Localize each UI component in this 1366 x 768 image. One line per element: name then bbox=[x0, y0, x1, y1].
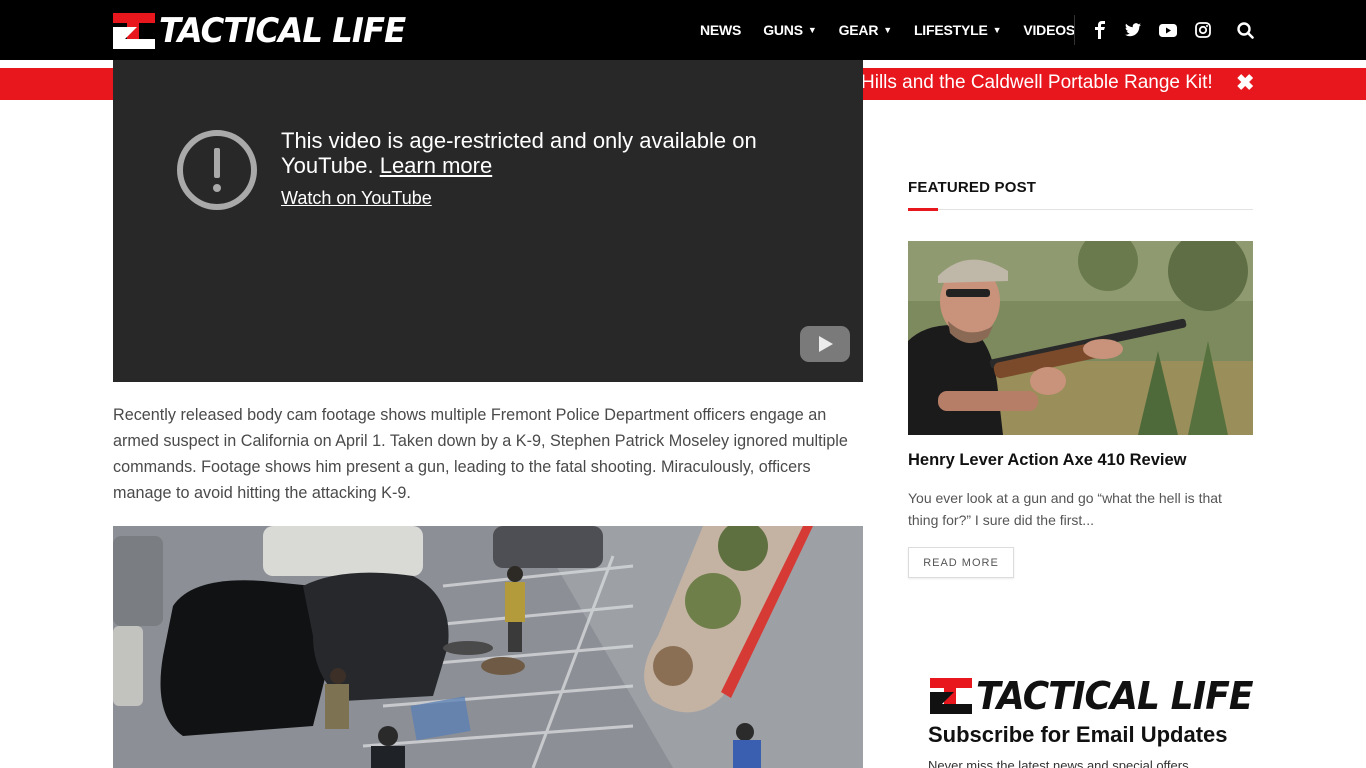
subscribe-logo-text: TACTICAL LIFE bbox=[976, 674, 1254, 718]
featured-post-title[interactable]: Henry Lever Action Axe 410 Review bbox=[908, 451, 1187, 470]
nav-guns[interactable]: GUNS ▼ bbox=[763, 22, 817, 38]
nav-guns-label: GUNS bbox=[763, 22, 803, 38]
chevron-down-icon: ▼ bbox=[807, 25, 817, 35]
alert-icon bbox=[177, 130, 257, 210]
main-nav: NEWS GUNS ▼ GEAR ▼ LIFESTYLE ▼ VIDEOS bbox=[700, 0, 1097, 60]
subscribe-logo: TACTICAL LIFE bbox=[930, 674, 1267, 718]
youtube-play-icon[interactable] bbox=[800, 326, 850, 362]
nav-videos-label: VIDEOS bbox=[1023, 22, 1076, 38]
nav-videos[interactable]: VIDEOS bbox=[1023, 22, 1075, 38]
featured-post-excerpt: You ever look at a gun and go “what the … bbox=[908, 490, 1222, 528]
chevron-down-icon: ▼ bbox=[883, 25, 892, 35]
subscribe-heading: Subscribe for Email Updates bbox=[928, 722, 1228, 747]
logo-mark-icon bbox=[930, 678, 972, 714]
featured-post-image[interactable] bbox=[908, 241, 1253, 435]
chevron-down-icon: ▼ bbox=[992, 25, 1002, 35]
article-paragraph: Recently released body cam footage shows… bbox=[113, 406, 848, 502]
search-icon[interactable] bbox=[1237, 0, 1254, 60]
heading-accent-bar bbox=[908, 208, 938, 211]
read-more-button[interactable]: READ MORE bbox=[908, 547, 1014, 578]
logo-mark-icon bbox=[113, 13, 155, 49]
nav-lifestyle-label: LIFESTYLE bbox=[913, 22, 988, 38]
facebook-icon[interactable] bbox=[1094, 0, 1106, 60]
nav-lifestyle[interactable]: LIFESTYLE ▼ bbox=[913, 22, 1002, 38]
bodycam-still-image bbox=[113, 526, 863, 768]
nav-gear[interactable]: GEAR ▼ bbox=[838, 22, 893, 38]
watch-on-youtube-link[interactable]: Watch on YouTube bbox=[281, 188, 432, 209]
learn-more-link[interactable]: Learn more bbox=[380, 153, 493, 178]
featured-post-heading: FEATURED POST bbox=[908, 179, 1037, 196]
video-restriction-message: This video is age-restricted and only av… bbox=[281, 128, 801, 178]
twitter-icon[interactable] bbox=[1125, 0, 1141, 60]
heading-divider bbox=[908, 209, 1253, 210]
nav-gear-label: GEAR bbox=[838, 22, 879, 38]
nav-divider bbox=[1074, 15, 1075, 45]
youtube-icon[interactable] bbox=[1159, 0, 1177, 60]
site-header: TACTICAL LIFE NEWS GUNS ▼ GEAR ▼ LIFESTYLE… bbox=[0, 0, 1366, 60]
logo-text: TACTICAL LIFE bbox=[159, 11, 406, 51]
subscribe-text: Never miss the latest news and special o… bbox=[928, 758, 1189, 768]
nav-news[interactable]: NEWS bbox=[700, 22, 741, 38]
instagram-icon[interactable] bbox=[1195, 0, 1211, 60]
video-message-text: This video is age-restricted and only av… bbox=[281, 128, 757, 178]
nav-news-label: NEWS bbox=[700, 22, 742, 38]
banner-text[interactable]: Hills and the Caldwell Portable Range Ki… bbox=[861, 72, 1213, 94]
site-logo[interactable]: TACTICAL LIFE bbox=[113, 11, 418, 51]
close-icon[interactable]: ✖ bbox=[1236, 70, 1254, 96]
video-embed[interactable]: This video is age-restricted and only av… bbox=[113, 60, 863, 382]
